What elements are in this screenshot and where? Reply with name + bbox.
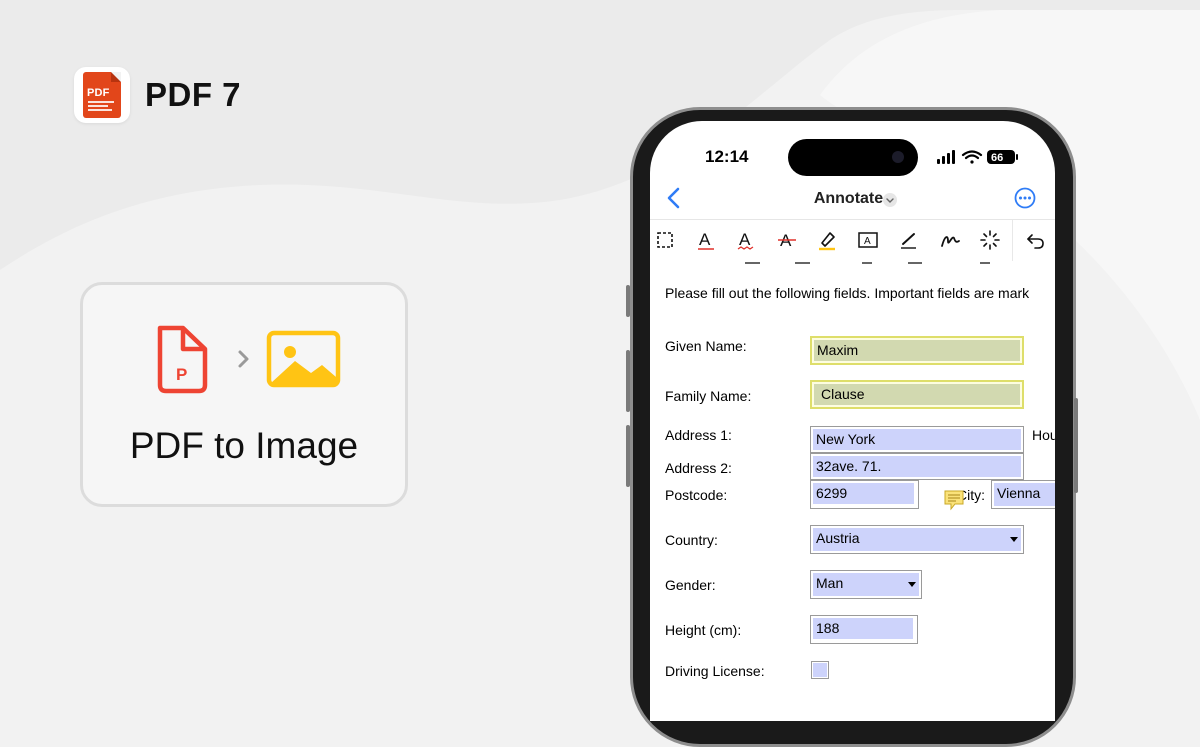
address1-field[interactable]: New York	[810, 426, 1024, 453]
driving-license-checkbox[interactable]	[811, 661, 829, 679]
sticky-note-icon[interactable]	[943, 489, 965, 511]
phone-power-button	[1074, 398, 1078, 493]
nav-title[interactable]: Annotate	[650, 190, 1055, 208]
wifi-icon	[961, 150, 983, 164]
nav-title-label[interactable]: Annotate	[814, 190, 883, 207]
family-name-label: Family Name:	[665, 388, 752, 404]
cellular-signal-icon	[937, 150, 955, 164]
phone-side-button	[626, 285, 630, 317]
status-time: 12:14	[705, 147, 749, 166]
battery-level: 66	[991, 152, 1003, 164]
form-intro-text: Please fill out the following fields. Im…	[665, 285, 1030, 301]
given-name-label: Given Name:	[665, 338, 747, 354]
magic-wand-icon[interactable]	[979, 229, 1001, 251]
family-name-field[interactable]: Clause	[810, 380, 1024, 409]
phone-volume-down	[626, 425, 630, 487]
svg-text:A: A	[864, 236, 871, 247]
text-box-icon[interactable]: A	[857, 229, 879, 251]
brand-logo: PDF	[74, 67, 130, 123]
feature-card: P PDF to Image	[80, 282, 408, 507]
chevron-right-icon	[238, 350, 249, 368]
driving-license-label: Driving License:	[665, 663, 765, 679]
address1-value: New York	[813, 429, 1021, 450]
country-select[interactable]: Austria	[810, 525, 1024, 554]
dynamic-island	[788, 139, 918, 176]
brand-logo-text: PDF	[87, 87, 110, 99]
height-label: Height (cm):	[665, 622, 742, 638]
freehand-icon[interactable]	[939, 229, 961, 251]
battery-icon: 66	[987, 150, 1018, 164]
address2-label: Address 2:	[665, 460, 732, 476]
gender-dropdown-arrow-icon	[908, 582, 916, 587]
gender-select[interactable]: Man	[810, 570, 922, 599]
status-icons: 66	[937, 150, 1018, 164]
address2-value: 32ave. 71.	[813, 456, 1021, 477]
given-name-value: Maxim	[814, 340, 1020, 361]
pdf-file-icon: P	[157, 325, 208, 394]
feature-title: PDF to Image	[129, 425, 359, 466]
pdf-doc-icon: PDF	[83, 72, 121, 118]
svg-text:A: A	[699, 230, 711, 249]
phone-screen: 12:14 66 Annotate A A A A Please fill ou…	[650, 121, 1055, 721]
select-rect-icon[interactable]	[654, 229, 676, 251]
country-value: Austria	[813, 528, 1021, 551]
height-field[interactable]: 188	[810, 615, 918, 644]
postcode-field[interactable]: 6299	[810, 480, 919, 509]
undo-area	[1012, 220, 1055, 262]
address1-label: Address 1:	[665, 427, 732, 443]
gender-value: Man	[813, 573, 919, 596]
text-underline-icon[interactable]: A	[695, 229, 717, 251]
postcode-label: Postcode:	[665, 487, 728, 503]
gender-label: Gender:	[665, 577, 716, 593]
clipped-text-line	[745, 262, 990, 264]
svg-text:P: P	[176, 365, 187, 384]
feature-icon-row: P	[157, 325, 341, 394]
text-strikeout-icon[interactable]: A	[776, 229, 798, 251]
more-options-icon[interactable]	[1014, 187, 1036, 209]
text-squiggly-icon[interactable]: A	[735, 229, 757, 251]
family-name-value: Clause	[814, 384, 1020, 405]
phone-volume-up	[626, 350, 630, 412]
title-dropdown-icon[interactable]	[883, 193, 897, 207]
country-label: Country:	[665, 532, 718, 548]
pdf-document: Please fill out the following fields. Im…	[650, 261, 1055, 721]
highlighter-icon[interactable]	[816, 229, 838, 251]
country-dropdown-arrow-icon	[1010, 537, 1018, 542]
address2-field[interactable]: 32ave. 71.	[810, 453, 1024, 480]
height-value: 188	[813, 618, 913, 639]
undo-icon[interactable]	[1025, 229, 1047, 251]
brand-name: PDF 7	[145, 76, 242, 113]
image-icon	[266, 330, 341, 388]
city-value: Vienna	[994, 483, 1055, 506]
house-label: Hou	[1032, 427, 1055, 443]
annotation-toolbar: A A A A	[650, 219, 1055, 263]
pen-icon[interactable]	[898, 229, 920, 251]
postcode-value: 6299	[813, 483, 914, 504]
given-name-field[interactable]: Maxim	[810, 336, 1024, 365]
camera-icon	[892, 151, 904, 163]
city-field[interactable]: Vienna	[991, 480, 1055, 509]
svg-text:A: A	[739, 230, 751, 249]
